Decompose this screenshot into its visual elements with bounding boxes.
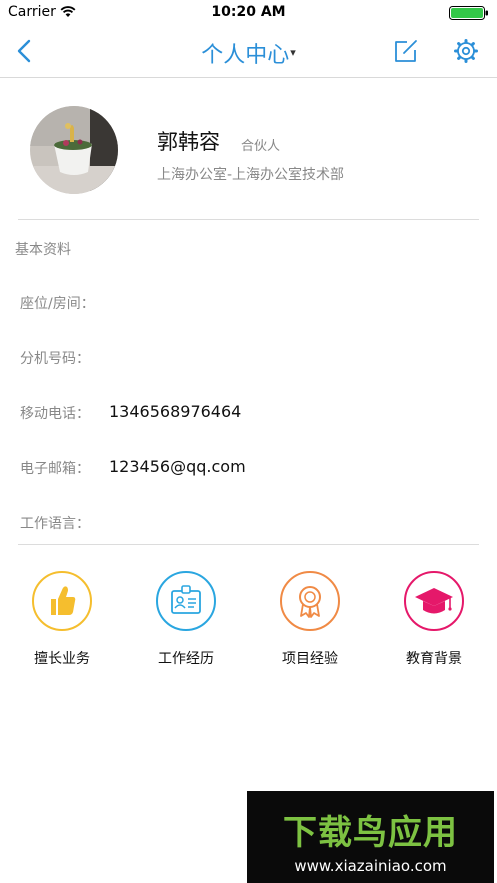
watermark-banner: 下载鸟应用 www.xiazainiao.com <box>247 791 494 883</box>
value-email[interactable]: 123456@qq.com <box>109 457 246 476</box>
edit-icon[interactable] <box>393 38 419 64</box>
feature-education-label: 教育背景 <box>406 651 462 667</box>
settings-gear-icon[interactable] <box>453 38 479 64</box>
feature-project-experience-button[interactable]: 项目经验 <box>265 570 355 668</box>
status-time: 10:20 AM <box>211 4 286 20</box>
avatar[interactable] <box>30 106 118 194</box>
label-extension: 分机号码： <box>20 351 90 367</box>
section-title-basic-info: 基本资料 <box>15 242 71 258</box>
profile-name: 郭韩容 <box>157 130 220 154</box>
page-title[interactable]: 个人中心▾ <box>0 37 497 69</box>
profile-role: 合伙人 <box>241 139 281 154</box>
feature-project-experience-label: 项目经验 <box>282 651 338 667</box>
watermark-title: 下载鸟应用 <box>283 813 458 853</box>
status-bar: Carrier 10:20 AM <box>0 0 497 26</box>
battery-icon <box>449 6 488 20</box>
label-mobile-phone: 移动电话： <box>20 406 90 422</box>
info-divider <box>18 544 479 545</box>
id-badge-icon <box>156 571 216 631</box>
profile-divider <box>18 219 479 220</box>
label-work-language: 工作语言： <box>20 516 90 532</box>
feature-expertise-label: 擅长业务 <box>34 651 90 667</box>
label-email: 电子邮箱： <box>20 461 90 477</box>
feature-work-history-label: 工作经历 <box>158 651 214 667</box>
watermark-url: www.xiazainiao.com <box>294 857 447 875</box>
navigation-bar: 个人中心▾ <box>0 26 497 78</box>
value-mobile-phone[interactable]: 13465689764​64 <box>109 402 241 421</box>
page-title-text: 个人中心 <box>201 43 290 68</box>
feature-expertise-button[interactable]: 擅长业务 <box>17 570 107 668</box>
feature-education-button[interactable]: 教育背景 <box>389 570 479 668</box>
title-dropdown-caret: ▾ <box>290 46 296 59</box>
label-seat-room: 座位/房间： <box>20 296 95 312</box>
feature-work-history-button[interactable]: 工作经历 <box>141 570 231 668</box>
profile-department: 上海办公室-上海办公室技术部 <box>157 167 345 183</box>
graduation-cap-icon <box>404 571 464 631</box>
thumbs-up-icon <box>32 571 92 631</box>
award-ribbon-icon <box>280 571 340 631</box>
